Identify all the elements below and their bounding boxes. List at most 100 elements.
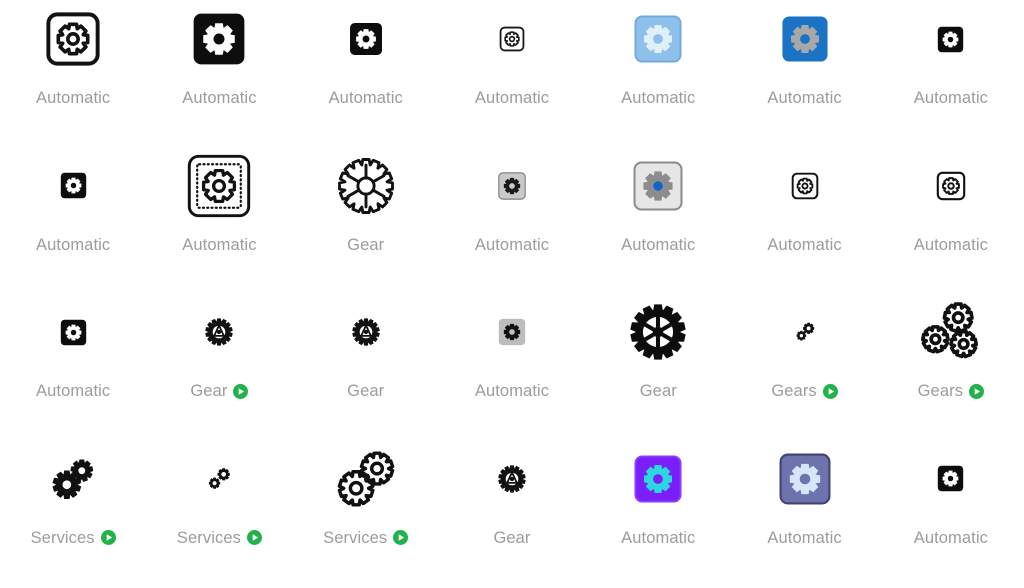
icon-result-label-row: Automatic [914,530,988,547]
icon-result-label-row: Automatic [475,383,549,400]
icon-result-label-row: Automatic [621,237,695,254]
icon-result-cell[interactable]: Automatic [293,2,439,149]
icon-result-label: Gear [493,530,530,547]
gear-solid-black-rounded-square-icon[interactable] [146,2,292,76]
gear-outline-thin-square-icon[interactable] [439,2,585,76]
icon-result-label: Automatic [914,237,988,254]
icon-result-cell[interactable]: Services [146,442,292,588]
icon-result-cell[interactable]: Automatic [731,442,877,588]
two-gears-outline-icon[interactable] [293,442,439,516]
icon-result-label-row: Automatic [767,90,841,107]
icon-result-label: Automatic [621,90,695,107]
icon-result-label: Automatic [767,237,841,254]
icon-result-label-row: Automatic [182,90,256,107]
icon-result-cell[interactable]: Automatic [439,149,585,296]
icon-result-label: Services [177,530,241,547]
icon-result-cell[interactable]: Automatic [878,2,1024,149]
gear-gray-square-icon[interactable] [439,149,585,223]
icon-result-cell[interactable]: Gear [146,295,292,442]
gear-gray-rounded-square-icon[interactable] [439,295,585,369]
icon-result-cell[interactable]: Automatic [146,149,292,296]
icon-result-cell[interactable]: Gears [731,295,877,442]
icon-result-cell[interactable]: Automatic [878,442,1024,588]
two-gears-solid-icon[interactable] [0,442,146,516]
icon-result-label-row: Automatic [36,90,110,107]
icon-result-label-row: Gears [918,383,984,400]
gear-cyan-on-violet-square-icon[interactable] [585,442,731,516]
icon-result-cell[interactable]: Automatic [585,2,731,149]
icon-result-cell[interactable]: Automatic [439,2,585,149]
gear-solid-black-small-square-icon[interactable] [293,2,439,76]
icon-result-label: Gear [347,237,384,254]
icon-result-cell[interactable]: Services [293,442,439,588]
play-badge-icon[interactable] [393,530,408,545]
gear-outline-square-bold-icon[interactable] [731,149,877,223]
icon-result-label: Automatic [36,237,110,254]
icon-result-cell[interactable]: Gear [585,295,731,442]
icon-result-label-row: Automatic [621,90,695,107]
icon-result-label: Automatic [475,383,549,400]
cogwheel-glyph-small-icon[interactable] [293,295,439,369]
icon-result-label-row: Gear [190,383,248,400]
icon-result-cell[interactable]: Automatic [0,2,146,149]
icon-result-label: Automatic [329,90,403,107]
icon-result-cell[interactable]: Automatic [878,149,1024,296]
icon-result-cell[interactable]: Automatic [0,149,146,296]
icon-result-label-row: Automatic [475,90,549,107]
gear-dotted-border-square-icon[interactable] [146,149,292,223]
icon-result-label: Automatic [621,237,695,254]
icon-result-cell[interactable]: Automatic [585,149,731,296]
gear-outline-rounded-square-icon[interactable] [0,2,146,76]
icon-result-label: Automatic [182,237,256,254]
icon-result-label-row: Automatic [914,90,988,107]
icon-result-label-row: Automatic [475,237,549,254]
icon-result-cell[interactable]: Automatic [731,2,877,149]
cogwheel-spoked-outline-icon[interactable] [293,149,439,223]
play-badge-icon[interactable] [823,384,838,399]
icon-result-cell[interactable]: Gears [878,295,1024,442]
icon-result-label-row: Automatic [329,90,403,107]
icon-result-label-row: Services [31,530,116,547]
play-badge-icon[interactable] [969,384,984,399]
icon-result-cell[interactable]: Gear [293,295,439,442]
gear-solid-black-tiny-square-icon[interactable] [878,2,1024,76]
icon-result-cell[interactable]: Automatic [731,149,877,296]
two-gears-small-solid-icon[interactable] [731,295,877,369]
icon-result-cell[interactable]: Gear [293,149,439,296]
icon-result-cell[interactable]: Automatic [585,442,731,588]
gear-gray-bevel-square-blue-center-icon[interactable] [585,149,731,223]
icon-result-label: Automatic [475,90,549,107]
gear-light-blue-square-icon[interactable] [585,2,731,76]
icon-result-cell[interactable]: Automatic [146,2,292,149]
icon-result-label-row: Automatic [621,530,695,547]
icon-result-label: Gear [190,383,227,400]
play-badge-icon[interactable] [233,384,248,399]
play-badge-icon[interactable] [247,530,262,545]
icon-result-label-row: Automatic [767,237,841,254]
gear-solid-black-tiny-square-icon[interactable] [0,149,146,223]
cogwheel-glyph-small-icon[interactable] [439,442,585,516]
icon-result-label: Automatic [914,530,988,547]
gear-periwinkle-rounded-square-icon[interactable] [731,442,877,516]
two-gears-tiny-solid-icon[interactable] [146,442,292,516]
icon-result-cell[interactable]: Automatic [439,295,585,442]
gear-outline-square-icon[interactable] [878,149,1024,223]
gear-solid-black-tiny-square-icon[interactable] [878,442,1024,516]
icon-result-cell[interactable]: Automatic [0,295,146,442]
icon-result-label-row: Services [177,530,262,547]
icon-result-label-row: Services [323,530,408,547]
icon-result-label-row: Automatic [914,237,988,254]
play-badge-icon[interactable] [101,530,116,545]
icon-result-label-row: Gear [493,530,530,547]
cogwheel-glyph-small-icon[interactable] [146,295,292,369]
icon-result-label-row: Gear [347,237,384,254]
icon-result-cell[interactable]: Gear [439,442,585,588]
icon-result-cell[interactable]: Services [0,442,146,588]
icon-result-label: Automatic [36,383,110,400]
icon-result-label: Services [31,530,95,547]
gear-blue-square-icon[interactable] [731,2,877,76]
three-gears-outline-icon[interactable] [878,295,1024,369]
cogwheel-spoked-solid-icon[interactable] [585,295,731,369]
gear-solid-black-tiny-square-icon[interactable] [0,295,146,369]
icon-result-label-row: Automatic [767,530,841,547]
